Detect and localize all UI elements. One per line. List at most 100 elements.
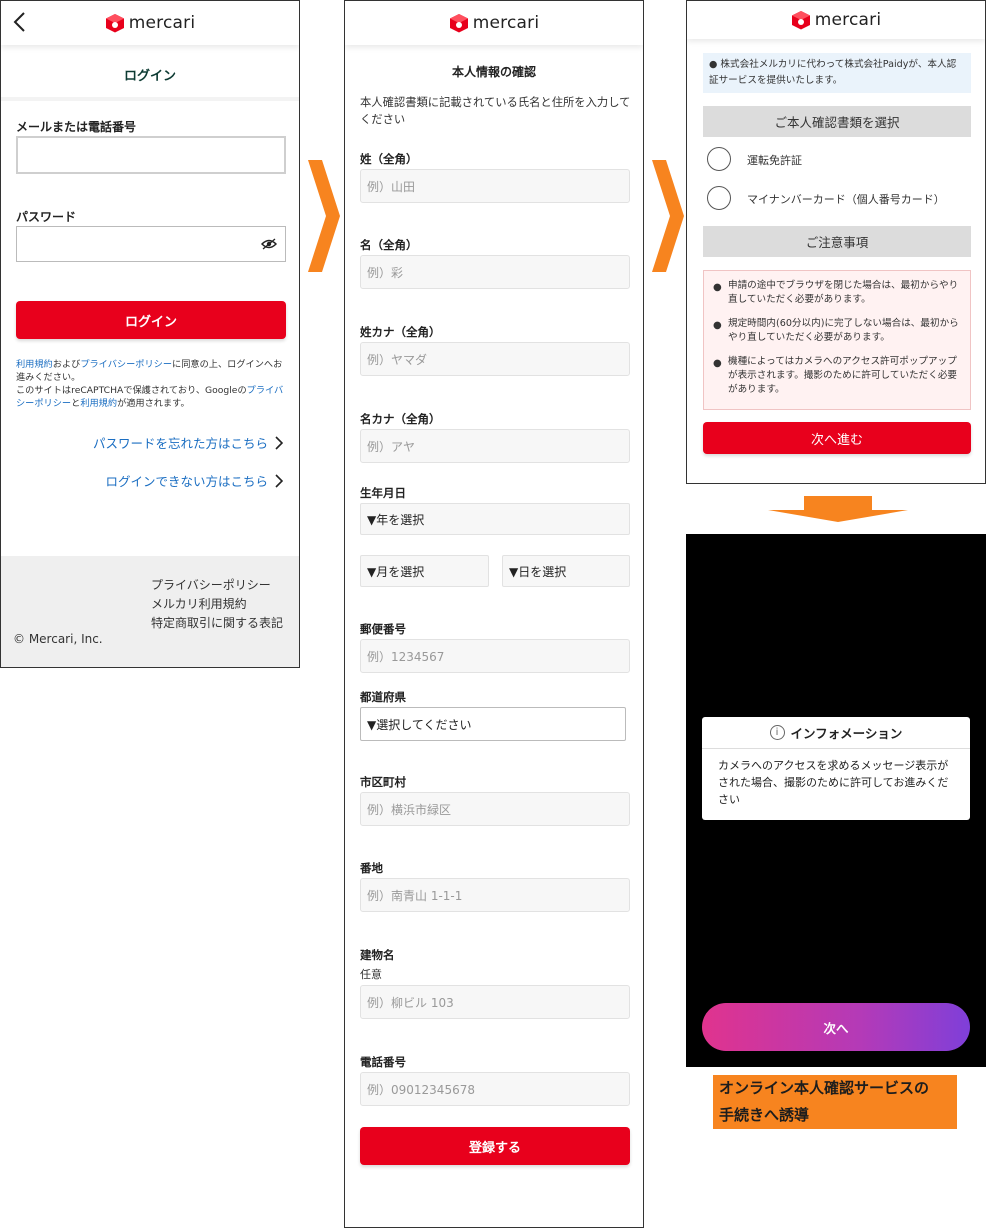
notice-header: ご注意事項: [703, 226, 971, 257]
notice-item: ● 申請の途中でブラウザを閉じた場合は、最初からやり直していただく必要があります。: [712, 279, 962, 307]
google-terms-link[interactable]: 利用規約: [80, 398, 117, 409]
caption-line: オンライン本人確認サービスの: [719, 1079, 930, 1097]
mercari-logo: mercari: [449, 13, 540, 33]
note-text: および: [52, 359, 81, 370]
login-screen: mercari ログイン メールまたは電話番号 パスワード ログイン 利用規約お…: [0, 0, 300, 668]
radio-my-number-card[interactable]: [707, 186, 731, 210]
last-kana-label: 姓カナ（全角）: [360, 325, 441, 339]
forgot-password-text: パスワードを忘れた方はこちら: [92, 436, 268, 451]
provider-info: ● 株式会社メルカリに代わって株式会社Paidyが、本人認証サービスを提供いたし…: [703, 53, 971, 93]
forgot-password-link[interactable]: パスワードを忘れた方はこちら: [93, 433, 283, 452]
email-input[interactable]: [16, 136, 286, 174]
copyright: © Mercari, Inc.: [13, 632, 103, 646]
page-title: 本人情報の確認: [451, 65, 536, 79]
bullet-icon: ●: [713, 320, 722, 331]
note-text: このサイトはreCAPTCHAで保護されており、Googleの: [16, 385, 247, 396]
flow-arrow-right-icon: [308, 160, 340, 272]
dialog-header: i インフォメーション: [702, 717, 970, 749]
profile-form-screen: mercari 本人情報の確認 本人確認書類に記載されている氏名と住所を入力して…: [344, 0, 644, 1228]
bullet-icon: ●: [713, 282, 722, 293]
mercari-logo-text: mercari: [472, 13, 540, 33]
birth-month-select[interactable]: ▼月を選択: [360, 555, 489, 587]
birthday-label: 生年月日: [360, 486, 406, 500]
chevron-right-icon: [275, 435, 283, 450]
eye-toggle-icon[interactable]: [261, 237, 277, 251]
last-name-label: 姓（全角）: [360, 152, 418, 166]
notice-text: 申請の途中でブラウザを閉じた場合は、最初からやり直していただく必要があります。: [728, 280, 959, 305]
mercari-logo-text: mercari: [814, 10, 882, 30]
header: mercari: [345, 1, 643, 45]
login-button[interactable]: ログイン: [16, 301, 286, 339]
caption-line: 手続きへ誘導: [719, 1106, 810, 1124]
caption-box: オンライン本人確認サービスの 手続きへ誘導: [713, 1075, 957, 1129]
password-input[interactable]: [16, 226, 286, 262]
prefecture-label: 都道府県: [360, 690, 406, 704]
first-name-input[interactable]: 例）彩: [360, 255, 630, 289]
header: mercari: [687, 1, 985, 39]
chevron-right-icon: [275, 473, 283, 488]
info-icon: i: [769, 725, 785, 740]
register-button[interactable]: 登録する: [360, 1127, 630, 1165]
radio-drivers-license[interactable]: [707, 147, 731, 171]
privacy-link[interactable]: プライバシーポリシー: [80, 359, 172, 370]
option-my-number-card-label[interactable]: マイナンバーカード（個人番号カード）: [747, 191, 945, 207]
cannot-login-link[interactable]: ログインできない方はこちら: [105, 471, 283, 490]
first-kana-input[interactable]: 例）アヤ: [360, 429, 630, 463]
select-document-header: ご本人確認書類を選択: [703, 106, 971, 137]
building-input[interactable]: 例）柳ビル 103: [360, 985, 630, 1019]
footer: [1, 556, 299, 667]
birth-year-select[interactable]: ▼年を選択: [360, 503, 630, 535]
mercari-logo-text: mercari: [128, 13, 196, 33]
birth-day-select[interactable]: ▼日を選択: [502, 555, 630, 587]
divider: [1, 97, 299, 101]
next-button[interactable]: 次へ: [702, 1003, 970, 1051]
camera-info-screen: i インフォメーション カメラへのアクセスを求めるメッセージ表示がされた場合、撮…: [686, 534, 986, 1067]
password-label: パスワード: [16, 210, 77, 224]
notice-box: ● 申請の途中でブラウザを閉じた場合は、最初からやり直していただく必要があります。…: [703, 270, 971, 410]
footer-link-commerce[interactable]: 特定商取引に関する表記: [151, 614, 283, 631]
notice-text: 機種によってはカメラへのアクセス許可ポップアップが表示されます。撮影のために許可…: [728, 356, 958, 395]
note-text: が適用されます。: [117, 398, 190, 409]
id-document-select-screen: mercari ● 株式会社メルカリに代わって株式会社Paidyが、本人認証サー…: [686, 0, 986, 484]
footer-link-terms[interactable]: メルカリ利用規約: [151, 595, 247, 612]
last-kana-input[interactable]: 例）ヤマダ: [360, 342, 630, 376]
mercari-logo: mercari: [105, 13, 196, 33]
dialog-body: カメラへのアクセスを求めるメッセージ表示がされた場合、撮影のために許可してお進み…: [718, 759, 949, 806]
bullet-icon: ●: [713, 358, 722, 369]
phone-input[interactable]: 例）09012345678: [360, 1072, 630, 1106]
last-name-input[interactable]: 例）山田: [360, 169, 630, 203]
mercari-logo-icon: [449, 13, 469, 33]
postal-label: 郵便番号: [360, 622, 406, 636]
address-input[interactable]: 例）南青山 1-1-1: [360, 878, 630, 912]
footer-link-privacy[interactable]: プライバシーポリシー: [151, 576, 271, 593]
information-dialog: i インフォメーション カメラへのアクセスを求めるメッセージ表示がされた場合、撮…: [702, 717, 970, 820]
mercari-logo-icon: [105, 13, 125, 33]
cannot-login-text: ログインできない方はこちら: [105, 474, 268, 489]
page-title: ログイン: [123, 69, 176, 84]
mercari-logo: mercari: [791, 10, 882, 30]
back-arrow-icon[interactable]: [9, 9, 31, 35]
dialog-title: インフォメーション: [790, 726, 903, 741]
address-label: 番地: [360, 861, 383, 875]
building-label: 建物名: [360, 948, 395, 962]
header: mercari: [1, 1, 299, 45]
terms-link[interactable]: 利用規約: [16, 359, 53, 370]
city-label: 市区町村: [360, 775, 406, 789]
email-label: メールまたは電話番号: [16, 120, 137, 134]
notice-item: ● 規定時間内(60分以内)に完了しない場合は、最初からやり直していただく必要があ…: [712, 317, 962, 345]
note-text: と: [71, 398, 81, 409]
option-drivers-license-label[interactable]: 運転免許証: [747, 152, 802, 168]
terms-note: 利用規約およびプライバシーポリシーに同意の上、ログインへお進みください。 このサ…: [16, 358, 291, 410]
postal-input[interactable]: 例）1234567: [360, 639, 630, 673]
form-description: 本人確認書類に記載されている氏名と住所を入力してください: [360, 96, 631, 126]
mercari-logo-icon: [791, 10, 811, 30]
city-input[interactable]: 例）横浜市緑区: [360, 792, 630, 826]
flow-arrow-down-icon: [768, 496, 908, 522]
first-name-label: 名（全角）: [360, 238, 418, 252]
first-kana-label: 名カナ（全角）: [360, 412, 441, 426]
phone-label: 電話番号: [360, 1055, 406, 1069]
flow-arrow-right-icon: [652, 160, 684, 272]
next-button[interactable]: 次へ進む: [703, 422, 971, 454]
prefecture-select[interactable]: ▼選択してください: [360, 707, 626, 741]
notice-text: 規定時間内(60分以内)に完了しない場合は、最初からやり直していただく必要があり…: [728, 318, 959, 343]
